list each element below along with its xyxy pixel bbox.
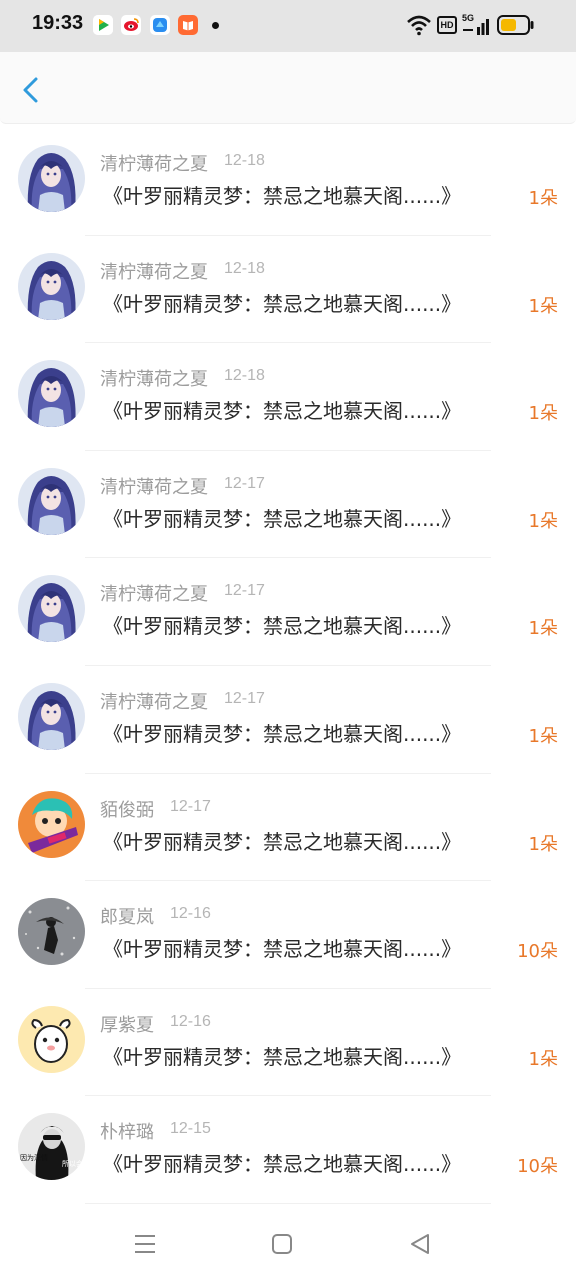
gift-row[interactable]: 貊俊弼 12-17 《叶罗丽精灵梦：禁忌之地慕天阁......》 1朵: [0, 774, 576, 882]
book-title[interactable]: 《叶罗丽精灵梦：禁忌之地慕天阁......》: [103, 610, 461, 639]
gift-row[interactable]: 郎夏岚 12-16 《叶罗丽精灵梦：禁忌之地慕天阁......》 10朵: [0, 881, 576, 989]
flower-amount: 1朵: [528, 618, 558, 640]
menu-button[interactable]: [131, 1232, 159, 1256]
avatar[interactable]: [18, 898, 85, 966]
user-name[interactable]: 朴梓璐: [100, 1118, 154, 1144]
gift-date: 12-17: [170, 797, 211, 815]
gift-date: 12-17: [224, 582, 265, 600]
avatar[interactable]: 因为深情所以会: [18, 1113, 85, 1181]
book-title[interactable]: 《叶罗丽精灵梦：禁忌之地慕天阁......》: [103, 180, 461, 209]
hd-badge: HD: [437, 16, 457, 34]
user-name[interactable]: 貊俊弼: [100, 796, 154, 822]
avatar[interactable]: [18, 252, 85, 320]
browser-icon: [150, 15, 170, 35]
user-name[interactable]: 郎夏岚: [100, 903, 154, 929]
status-bar: 19:33 HD 5G: [0, 0, 576, 52]
row-divider: [85, 1202, 491, 1204]
book-title[interactable]: 《叶罗丽精灵梦：禁忌之地慕天阁......》: [103, 288, 461, 317]
weibo-icon: [121, 15, 141, 35]
video-app-icon: [93, 15, 113, 35]
flower-amount: 1朵: [528, 725, 558, 747]
wifi-icon: [406, 14, 432, 40]
back-triangle-icon: [411, 1234, 429, 1254]
book-title[interactable]: 《叶罗丽精灵梦：禁忌之地慕天阁......》: [103, 933, 461, 962]
system-back-button[interactable]: [406, 1232, 434, 1256]
gift-date: 12-18: [224, 152, 265, 169]
book-title[interactable]: 《叶罗丽精灵梦：禁忌之地慕天阁......》: [103, 395, 461, 424]
avatar[interactable]: [18, 682, 85, 750]
gift-row[interactable]: 清柠薄荷之夏 12-17 《叶罗丽精灵梦：禁忌之地慕天阁......》 1朵: [0, 558, 576, 666]
gift-date: 12-16: [170, 905, 211, 923]
avatar[interactable]: [18, 790, 85, 858]
gift-date: 12-16: [170, 1012, 211, 1030]
book-title[interactable]: 《叶罗丽精灵梦：禁忌之地慕天阁......》: [103, 718, 461, 747]
gift-row[interactable]: 清柠薄荷之夏 12-17 《叶罗丽精灵梦：禁忌之地慕天阁......》 1朵: [0, 666, 576, 774]
book-title[interactable]: 《叶罗丽精灵梦：禁忌之地慕天阁......》: [103, 1041, 461, 1070]
flower-amount: 1朵: [528, 295, 558, 317]
avatar[interactable]: [18, 575, 85, 643]
avatar-caption-right: 所以会: [62, 1160, 83, 1169]
avatar[interactable]: [18, 145, 85, 212]
gift-date: 12-18: [224, 367, 265, 385]
flower-amount: 10朵: [517, 1156, 558, 1178]
navigation-bar: [0, 1208, 576, 1280]
avatar[interactable]: [18, 467, 85, 535]
gift-date: 12-18: [224, 259, 265, 277]
gift-list: 清柠薄荷之夏 12-18 《叶罗丽精灵梦：禁忌之地慕天阁......》 1朵 清柠薄荷之…: [0, 128, 576, 1204]
user-name[interactable]: 清柠薄荷之夏: [100, 258, 208, 284]
status-time: 19:33: [32, 12, 84, 34]
gift-row[interactable]: 清柠薄荷之夏 12-18 《叶罗丽精灵梦：禁忌之地慕天阁......》 1朵: [0, 128, 576, 236]
gift-date: 12-15: [170, 1120, 211, 1138]
user-name[interactable]: 清柠薄荷之夏: [100, 365, 208, 391]
menu-icon: [135, 1235, 155, 1253]
book-title[interactable]: 《叶罗丽精灵梦：禁忌之地慕天阁......》: [103, 503, 461, 532]
gift-row[interactable]: 清柠薄荷之夏 12-18 《叶罗丽精灵梦：禁忌之地慕天阁......》 1朵: [0, 343, 576, 451]
notification-dot: [212, 22, 219, 29]
reader-app-icon: [178, 15, 198, 35]
flower-amount: 1朵: [528, 1048, 558, 1070]
book-title[interactable]: 《叶罗丽精灵梦：禁忌之地慕天阁......》: [103, 826, 461, 855]
avatar-caption-left: 因为深情: [20, 1154, 48, 1163]
gift-row[interactable]: 清柠薄荷之夏 12-17 《叶罗丽精灵梦：禁忌之地慕天阁......》 1朵: [0, 451, 576, 559]
battery-icon: [497, 15, 535, 39]
gift-row[interactable]: 厚紫夏 12-16 《叶罗丽精灵梦：禁忌之地慕天阁......》 1朵: [0, 989, 576, 1097]
user-name[interactable]: 清柠薄荷之夏: [100, 580, 208, 606]
signal-icon: [463, 19, 489, 39]
user-name[interactable]: 清柠薄荷之夏: [100, 688, 208, 714]
home-button[interactable]: [268, 1232, 296, 1256]
user-name[interactable]: 厚紫夏: [100, 1011, 154, 1037]
flower-amount: 1朵: [528, 833, 558, 855]
gift-date: 12-17: [224, 689, 265, 707]
gift-row[interactable]: 清柠薄荷之夏 12-18 《叶罗丽精灵梦：禁忌之地慕天阁......》 1朵: [0, 236, 576, 344]
user-name[interactable]: 清柠薄荷之夏: [100, 150, 208, 176]
back-button[interactable]: [14, 72, 50, 108]
gift-row[interactable]: 因为深情 所以会 朴梓璐 12-15 《叶罗丽精灵梦：禁忌之地慕天阁......》 10朵: [0, 1096, 576, 1204]
flower-amount: 1朵: [528, 188, 558, 209]
user-name[interactable]: 清柠薄荷之夏: [100, 473, 208, 499]
chevron-left-icon: [23, 77, 38, 103]
flower-amount: 1朵: [528, 510, 558, 532]
home-square-icon: [272, 1234, 292, 1254]
book-title[interactable]: 《叶罗丽精灵梦：禁忌之地慕天阁......》: [103, 1148, 461, 1177]
gift-date: 12-17: [224, 474, 265, 492]
flower-amount: 1朵: [528, 403, 558, 425]
flower-amount: 10朵: [517, 941, 558, 963]
avatar[interactable]: [18, 1005, 85, 1073]
header: [0, 52, 576, 124]
avatar[interactable]: [18, 360, 85, 428]
